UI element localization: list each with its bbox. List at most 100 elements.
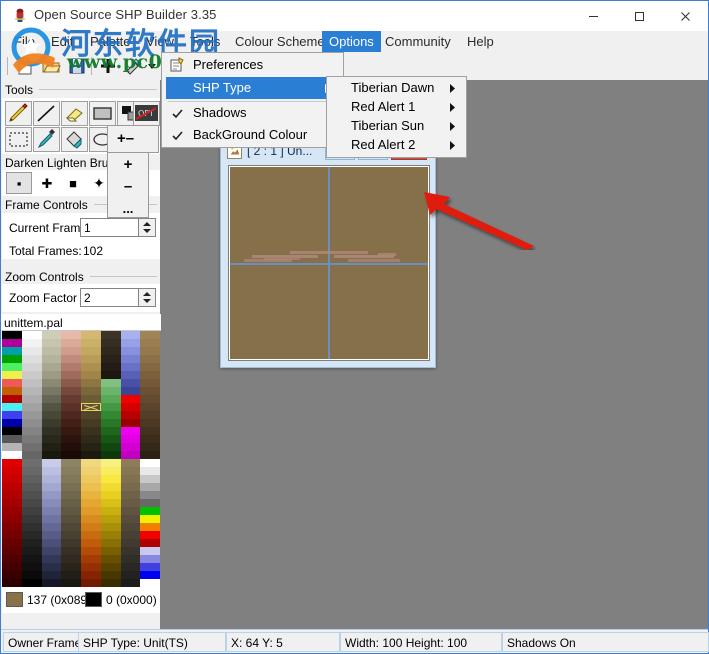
palette-swatch[interactable]	[100, 515, 121, 523]
palette-swatch[interactable]	[41, 443, 62, 451]
palette-swatch[interactable]	[2, 475, 22, 483]
palette-swatch[interactable]	[41, 515, 62, 523]
palette-grid-upper[interactable]	[2, 331, 160, 459]
palette-swatch[interactable]	[21, 547, 42, 555]
palette-swatch[interactable]	[81, 331, 101, 339]
palette-swatch[interactable]	[120, 563, 141, 571]
palette-swatch[interactable]	[140, 395, 160, 403]
brush-plus[interactable]: ✚	[34, 172, 60, 194]
palette-swatch[interactable]	[41, 419, 62, 427]
palette-swatch[interactable]	[61, 459, 81, 467]
pencil-tool[interactable]	[5, 101, 32, 126]
plusminus-option-minus[interactable]: –	[108, 175, 148, 197]
palette-swatch[interactable]	[140, 555, 160, 563]
palette-swatch[interactable]	[61, 347, 81, 355]
palette-swatch[interactable]	[81, 347, 101, 355]
palette-swatch[interactable]	[140, 475, 160, 483]
palette-swatch[interactable]	[61, 443, 81, 451]
new-file-icon[interactable]	[15, 56, 35, 76]
palette-swatch[interactable]	[81, 571, 101, 579]
palette-swatch[interactable]	[41, 459, 62, 467]
palette-swatch[interactable]	[21, 563, 42, 571]
palette-swatch[interactable]	[61, 507, 81, 515]
palette-swatch[interactable]	[100, 339, 121, 347]
menu-item-preferences[interactable]: Preferences	[162, 53, 343, 77]
palette-swatch[interactable]	[41, 475, 62, 483]
menu-options[interactable]: Options	[322, 31, 381, 52]
palette-swatch[interactable]	[81, 411, 101, 419]
palette-swatch[interactable]	[41, 531, 62, 539]
palette-swatch[interactable]	[41, 547, 62, 555]
palette-swatch[interactable]	[140, 523, 160, 531]
palette-swatch[interactable]	[120, 523, 141, 531]
current-frame-arrows[interactable]	[138, 219, 155, 236]
palette-swatch[interactable]	[100, 395, 121, 403]
palette-swatch[interactable]	[140, 331, 160, 339]
palette-swatch[interactable]	[21, 419, 42, 427]
palette-swatch[interactable]	[81, 427, 101, 435]
palette-swatch[interactable]	[120, 363, 141, 371]
palette-swatch[interactable]	[61, 387, 81, 395]
palette-swatch[interactable]	[61, 539, 81, 547]
palette-swatch[interactable]	[120, 331, 141, 339]
palette-swatch[interactable]	[41, 563, 62, 571]
palette-swatch[interactable]	[2, 515, 22, 523]
sprite-canvas[interactable]	[230, 167, 428, 359]
palette-swatch[interactable]	[41, 427, 62, 435]
palette-swatch[interactable]	[100, 571, 121, 579]
mdi-child-window[interactable]: [ 2 : 1 ] Un...	[220, 138, 436, 368]
line-tool[interactable]	[33, 101, 60, 126]
save-disk-icon[interactable]	[67, 56, 87, 76]
palette-swatch[interactable]	[21, 499, 42, 507]
palette-swatch[interactable]	[120, 571, 141, 579]
maximize-button[interactable]	[616, 1, 662, 31]
palette-swatch[interactable]	[120, 411, 141, 419]
palette-swatch[interactable]	[41, 387, 62, 395]
palette-swatch[interactable]	[21, 411, 42, 419]
palette-swatch[interactable]	[41, 555, 62, 563]
palette-swatch[interactable]	[41, 507, 62, 515]
palette-swatch[interactable]	[2, 435, 22, 443]
palette-swatch[interactable]	[2, 379, 22, 387]
zoom-factor-arrows[interactable]	[138, 289, 155, 306]
palette-swatch[interactable]	[41, 395, 62, 403]
palette-swatch[interactable]	[81, 523, 101, 531]
palette-swatch[interactable]	[100, 355, 121, 363]
palette-swatch[interactable]	[100, 347, 121, 355]
palette-swatch[interactable]	[120, 499, 141, 507]
palette-swatch[interactable]	[81, 467, 101, 475]
palette-swatch[interactable]	[21, 387, 42, 395]
palette-swatch[interactable]	[41, 451, 62, 459]
palette-swatch[interactable]	[41, 379, 62, 387]
palette-swatch[interactable]	[100, 539, 121, 547]
palette-swatch[interactable]	[120, 539, 141, 547]
menu-palette[interactable]: Palette	[83, 31, 137, 52]
palette-swatch[interactable]	[2, 531, 22, 539]
palette-swatch[interactable]	[81, 371, 101, 379]
palette-swatch[interactable]	[21, 331, 42, 339]
palette-swatch[interactable]	[2, 507, 22, 515]
fill-bucket-tool[interactable]	[61, 127, 88, 152]
palette-swatch[interactable]	[2, 499, 22, 507]
palette-swatch[interactable]	[100, 531, 121, 539]
palette-swatch[interactable]	[120, 515, 141, 523]
palette-swatch[interactable]	[2, 459, 22, 467]
palette-swatch[interactable]	[61, 523, 81, 531]
palette-swatch[interactable]	[21, 379, 42, 387]
palette-swatch[interactable]	[61, 547, 81, 555]
palette-swatch[interactable]	[120, 387, 141, 395]
dropdown-icon[interactable]	[146, 56, 158, 76]
palette-swatch[interactable]	[140, 451, 160, 459]
close-button[interactable]	[662, 1, 708, 31]
palette-swatch[interactable]	[140, 363, 160, 371]
palette-swatch[interactable]	[61, 451, 81, 459]
palette-swatch[interactable]	[21, 475, 42, 483]
current-frame-stepper[interactable]: 1	[80, 218, 156, 237]
palette-swatch[interactable]	[120, 347, 141, 355]
palette-swatch[interactable]	[140, 427, 160, 435]
minimize-button[interactable]	[570, 1, 616, 31]
palette-swatch[interactable]	[120, 379, 141, 387]
menu-community[interactable]: Community	[378, 31, 458, 52]
palette-swatch[interactable]	[100, 363, 121, 371]
palette-swatch[interactable]	[81, 547, 101, 555]
